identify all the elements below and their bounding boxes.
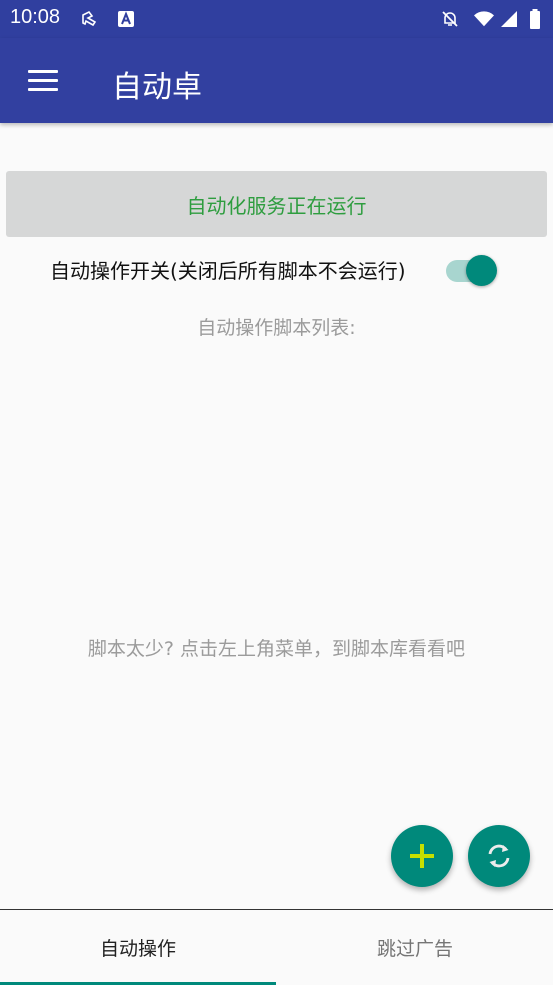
master-switch-label: 自动操作开关(关闭后所有脚本不会运行) [50,259,406,283]
empty-list-hint: 脚本太少? 点击左上角菜单，到脚本库看看吧 [87,638,466,660]
add-script-button[interactable] [391,825,453,887]
master-switch-toggle[interactable] [446,252,500,286]
a-app-icon [116,9,136,29]
app-bar: 自动卓 [0,38,553,123]
battery-icon [525,9,545,29]
plus-icon [410,844,434,868]
switch-thumb [466,255,497,286]
status-time: 10:08 [10,6,61,28]
bottom-nav: 自动操作 跳过广告 [0,909,553,985]
app-title: 自动卓 [112,70,202,105]
tab-skip-ads[interactable]: 跳过广告 [277,910,553,985]
service-status-banner[interactable]: 自动化服务正在运行 [6,171,547,237]
wifi-icon [474,9,494,29]
notifications-off-icon [440,9,460,29]
master-switch-row: 自动操作开关(关闭后所有脚本不会运行) [0,248,553,288]
refresh-button[interactable] [468,825,530,887]
tab-auto-ops[interactable]: 自动操作 [0,910,276,985]
menu-icon[interactable] [24,65,62,97]
script-list-header: 自动操作脚本列表: [197,317,356,339]
usb-debug-icon [80,9,100,29]
refresh-icon [488,844,510,868]
status-bar: 10:08 [0,0,553,38]
signal-icon [499,9,519,29]
